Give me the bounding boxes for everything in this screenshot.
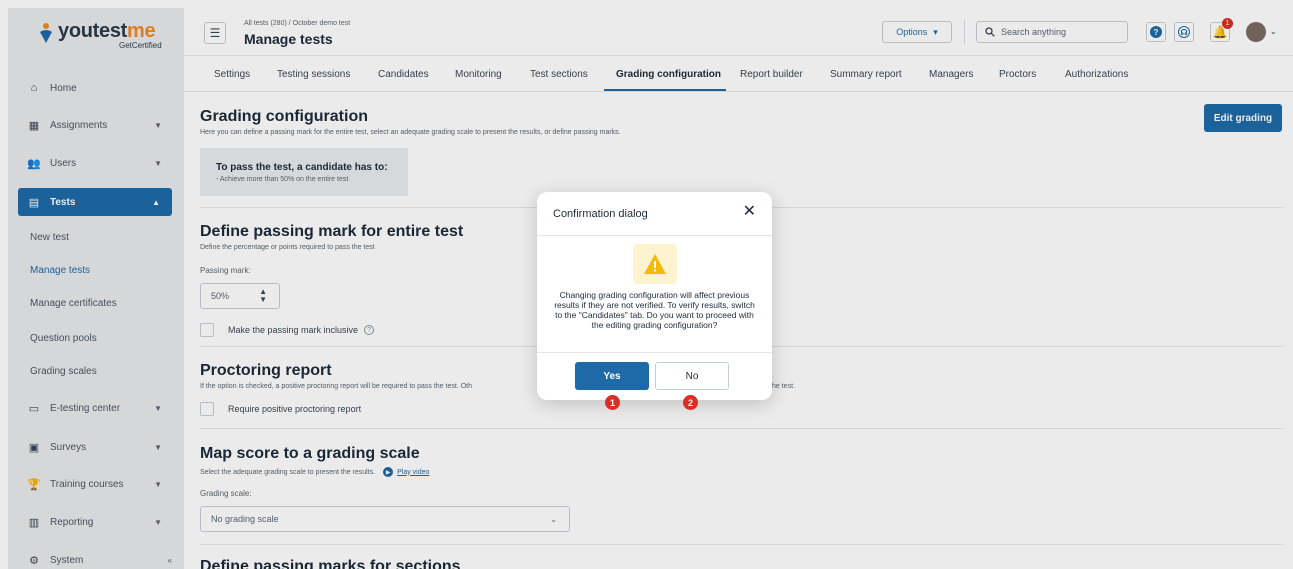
confirmation-dialog: Confirmation dialog ✕ Changing grading c… <box>537 192 772 400</box>
step-marker-1: 1 <box>605 395 620 410</box>
step-marker-2: 2 <box>683 395 698 410</box>
warning-icon <box>633 244 677 284</box>
dialog-divider <box>537 352 772 353</box>
dialog-title: Confirmation dialog <box>553 208 648 220</box>
no-button[interactable]: No <box>655 362 729 390</box>
close-icon[interactable]: ✕ <box>743 204 756 220</box>
yes-button[interactable]: Yes <box>575 362 649 390</box>
dialog-message: Changing grading configuration will affe… <box>554 290 755 330</box>
dialog-divider <box>537 235 772 236</box>
